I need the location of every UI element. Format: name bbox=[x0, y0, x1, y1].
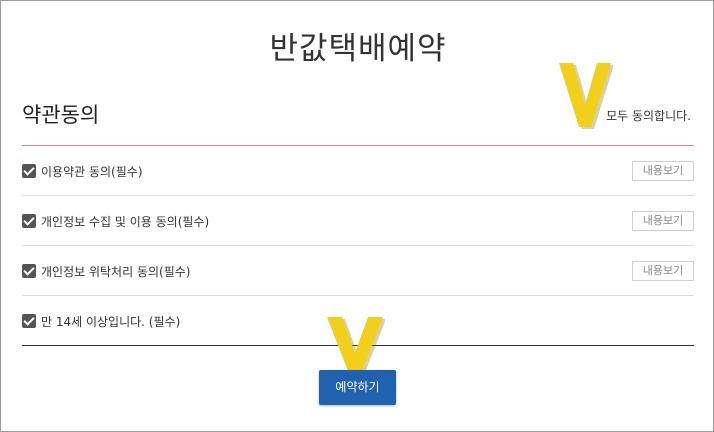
page-frame: 반값택배예약 약관동의 모두 동의합니다. 이용약관 동의(필수) 내용보기 개… bbox=[0, 0, 714, 432]
section-title: 약관동의 bbox=[22, 103, 100, 127]
term-row-privacy-outsourcing: 개인정보 위탁처리 동의(필수) 내용보기 bbox=[22, 246, 694, 296]
v-check-annotation-icon bbox=[327, 317, 385, 373]
term-row-privacy-collection: 개인정보 수집 및 이용 동의(필수) 내용보기 bbox=[22, 196, 694, 246]
checkbox-age-confirmation[interactable] bbox=[22, 314, 36, 328]
term-label: 개인정보 위탁처리 동의(필수) bbox=[41, 265, 191, 279]
term-label: 이용약관 동의(필수) bbox=[41, 165, 143, 179]
term-row-terms-of-use: 이용약관 동의(필수) 내용보기 bbox=[22, 146, 694, 196]
view-terms-button[interactable]: 내용보기 bbox=[632, 161, 694, 181]
view-privacy-collection-button[interactable]: 내용보기 bbox=[632, 211, 694, 231]
v-check-annotation-icon bbox=[559, 63, 613, 129]
checkbox-privacy-outsourcing[interactable] bbox=[22, 264, 36, 278]
view-privacy-outsourcing-button[interactable]: 내용보기 bbox=[632, 261, 694, 281]
term-label: 개인정보 수집 및 이용 동의(필수) bbox=[41, 215, 210, 229]
agree-all-label[interactable]: 모두 동의합니다. bbox=[606, 107, 691, 124]
checkbox-privacy-collection[interactable] bbox=[22, 214, 36, 228]
term-label: 만 14세 이상입니다. (필수) bbox=[41, 315, 181, 329]
checkbox-terms-of-use[interactable] bbox=[22, 164, 36, 178]
reserve-button[interactable]: 예약하기 bbox=[319, 370, 396, 405]
